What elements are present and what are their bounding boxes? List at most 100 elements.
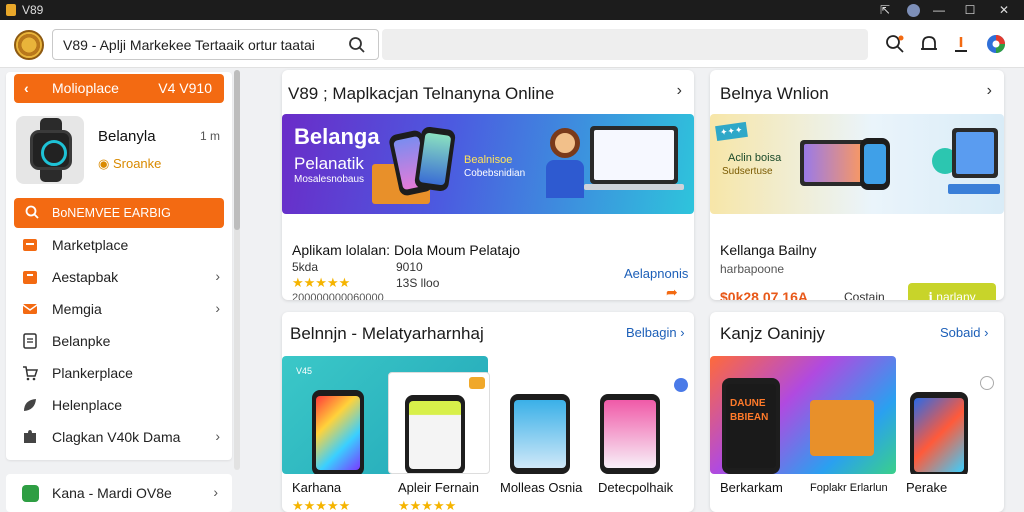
site-logo[interactable] bbox=[14, 30, 44, 60]
sidebar-item-label: Helenplace bbox=[52, 397, 123, 413]
address-bar[interactable] bbox=[382, 29, 868, 60]
app-tile-label[interactable]: Apleir Fernain bbox=[398, 480, 479, 495]
product-line: 5kda bbox=[292, 260, 319, 274]
app-tile-label[interactable]: Perake bbox=[906, 480, 947, 495]
profile-name: Belanyla bbox=[98, 128, 156, 145]
app-grid-card[interactable]: Belnnjn - Melatyarharnhaj Belbagin › V45… bbox=[282, 312, 694, 512]
see-all-link[interactable]: Sobaid › bbox=[940, 325, 988, 340]
sidebar-item-label: Belanpke bbox=[52, 333, 111, 349]
app-grid-card[interactable]: Kanjz Oaninjy Sobaid › DAUNE BBIEAN Berk… bbox=[710, 312, 1004, 512]
sidebar-item-label: Clagkan V40k Dama bbox=[52, 429, 181, 445]
featured-app-card[interactable]: V89 ; Maplkacjan Telnanyna Online › Bela… bbox=[282, 70, 694, 300]
side-product-subtitle: harbapoone bbox=[720, 262, 785, 276]
profile-avatar-icon[interactable] bbox=[904, 2, 922, 18]
side-product-title[interactable]: Kellanga Bailny bbox=[720, 242, 817, 258]
app-tile-label[interactable]: Berkarkam bbox=[720, 480, 783, 495]
sidebar-item-clagkan[interactable]: Clagkan V40k Dama › bbox=[14, 422, 224, 452]
pin-icon[interactable]: ⇱ bbox=[876, 2, 894, 18]
sidebar-item-marketplace[interactable]: Marketplace bbox=[14, 230, 224, 260]
search-toolbar-icon[interactable] bbox=[884, 33, 906, 55]
card-title: V89 ; Maplkacjan Telnanyna Online bbox=[288, 84, 555, 103]
share-icon[interactable]: ➦ bbox=[666, 284, 678, 300]
card-title: Belnya Wnlion bbox=[720, 84, 829, 103]
person-illustration bbox=[550, 128, 580, 158]
profile-card[interactable]: Belanyla ◉ Sroanke 1 m bbox=[16, 116, 226, 186]
phone-illustration bbox=[312, 390, 364, 474]
profile-status: ◉ Sroanke bbox=[98, 156, 162, 171]
app-tile[interactable] bbox=[900, 372, 1004, 474]
minimize-icon[interactable]: — bbox=[930, 2, 948, 18]
upload-icon[interactable] bbox=[950, 33, 972, 55]
chevron-right-icon[interactable]: › bbox=[987, 82, 992, 100]
search-input[interactable]: V89 - Aplji Markekee Tertaaik ortur taat… bbox=[52, 29, 379, 60]
chevron-right-icon: › bbox=[215, 300, 220, 316]
sidebar-scrollbar[interactable] bbox=[234, 70, 240, 470]
sidebar-header-label: Molioplace bbox=[52, 80, 119, 96]
browser-frame: V89 - Aplji Markekee Tertaaik ortur taat… bbox=[0, 20, 1024, 512]
app-tile-label[interactable]: Karhana bbox=[292, 480, 341, 495]
buy-button[interactable]: ℹ narlany bbox=[908, 283, 996, 300]
chevron-right-icon: › bbox=[213, 484, 218, 500]
promo-tile[interactable]: DAUNE BBIEAN bbox=[710, 356, 896, 474]
chrome-extension-icon[interactable] bbox=[985, 33, 1007, 55]
phone-illustration bbox=[600, 394, 660, 474]
sidebar-item-aestapbak[interactable]: Aestapbak › bbox=[14, 262, 224, 292]
chevron-right-icon: › bbox=[215, 428, 220, 444]
rating-stars: ★★★★★ bbox=[292, 498, 351, 512]
back-arrow-icon[interactable]: ‹ bbox=[24, 80, 29, 96]
android-icon bbox=[22, 485, 39, 502]
banner-subheadline: Pelanatik bbox=[294, 154, 364, 173]
bell-icon[interactable] bbox=[918, 33, 940, 55]
phone-illustration bbox=[510, 394, 570, 474]
app-tile-label[interactable]: Foplakr Erlarlun bbox=[810, 482, 888, 494]
app-tile-label[interactable]: Molleas Osnia bbox=[500, 480, 582, 495]
side-banner[interactable]: ✦✦✦ Aclin boisa Sudsertuse bbox=[710, 114, 1004, 214]
sidebar-footer-item[interactable]: Kana - Mardi OV8e › bbox=[6, 474, 232, 512]
app-tile[interactable] bbox=[388, 372, 490, 474]
sidebar-item-memgia[interactable]: Memgia › bbox=[14, 294, 224, 324]
sidebar-item-plankerplace[interactable]: Plankerplace bbox=[14, 358, 224, 388]
app-tile[interactable] bbox=[594, 372, 694, 474]
tile-badge: V45 bbox=[296, 366, 313, 376]
profile-status-text: Sroanke bbox=[112, 156, 162, 171]
sidebar: ‹ Molioplace V4 V910 Belanyla ◉ Sroanke … bbox=[6, 72, 232, 460]
search-icon bbox=[25, 205, 39, 219]
document-icon bbox=[23, 333, 37, 349]
chevron-right-icon: › bbox=[215, 268, 220, 284]
app-tile[interactable] bbox=[494, 372, 592, 474]
phone-illustration bbox=[860, 138, 890, 190]
phone-illustration bbox=[405, 395, 465, 473]
side-banner-text: Aclin boisa bbox=[728, 152, 782, 164]
see-all-link-text: Sobaid bbox=[940, 325, 981, 340]
search-icon[interactable] bbox=[348, 36, 366, 54]
product-meta: 200000000060000 bbox=[292, 292, 384, 300]
mail-icon bbox=[22, 304, 38, 314]
box-illustration bbox=[810, 400, 874, 456]
card-title: Kanjz Oaninjy bbox=[720, 324, 825, 343]
search-input-value[interactable]: V89 - Aplji Markekee Tertaaik ortur taat… bbox=[63, 37, 315, 53]
maximize-icon[interactable]: ☐ bbox=[961, 2, 979, 18]
rating-stars: ★★★★★ bbox=[292, 275, 351, 290]
sidebar-item-helenplace[interactable]: Helenplace bbox=[14, 390, 224, 420]
profile-count: 1 m bbox=[199, 129, 220, 143]
sidebar-item-active[interactable]: BoNEMVEE EARBIG bbox=[14, 198, 224, 228]
banner-tag-caption: Cobebsnidian bbox=[464, 168, 526, 179]
banner-headline: Belanga bbox=[294, 124, 380, 149]
featured-banner[interactable]: Belanga Pelanatik Mosalesnobaus Bealniso… bbox=[282, 114, 694, 214]
close-icon[interactable]: ✕ bbox=[995, 2, 1013, 18]
chevron-right-icon[interactable]: › bbox=[677, 82, 682, 100]
app-tile-label[interactable]: Detecpolhaik bbox=[598, 480, 673, 495]
sidebar-item-belanpke[interactable]: Belanpke bbox=[14, 326, 224, 356]
see-all-link[interactable]: Belbagin › bbox=[626, 325, 685, 340]
card-title: Belnnjn - Melatyarharnhaj bbox=[290, 324, 484, 343]
details-link[interactable]: Aelapnonis bbox=[624, 266, 688, 281]
product-title[interactable]: Aplikam lolalan: Dola Moum Pelatajo bbox=[292, 242, 520, 258]
sidebar-header[interactable]: ‹ Molioplace V4 V910 bbox=[14, 74, 224, 103]
banner-caption: Mosalesnobaus bbox=[294, 174, 365, 185]
rating-count: 13S lloo bbox=[396, 276, 440, 290]
scrollbar-thumb[interactable] bbox=[234, 70, 240, 230]
sidebar-footer-label: Kana - Mardi OV8e bbox=[52, 485, 172, 501]
price: $0k28 07.16A bbox=[720, 289, 808, 300]
side-product-card[interactable]: Belnya Wnlion › ✦✦✦ Aclin boisa Sudsertu… bbox=[710, 70, 1004, 300]
window-titlebar: V89 ⇱ — ☐ ✕ bbox=[0, 0, 1024, 20]
